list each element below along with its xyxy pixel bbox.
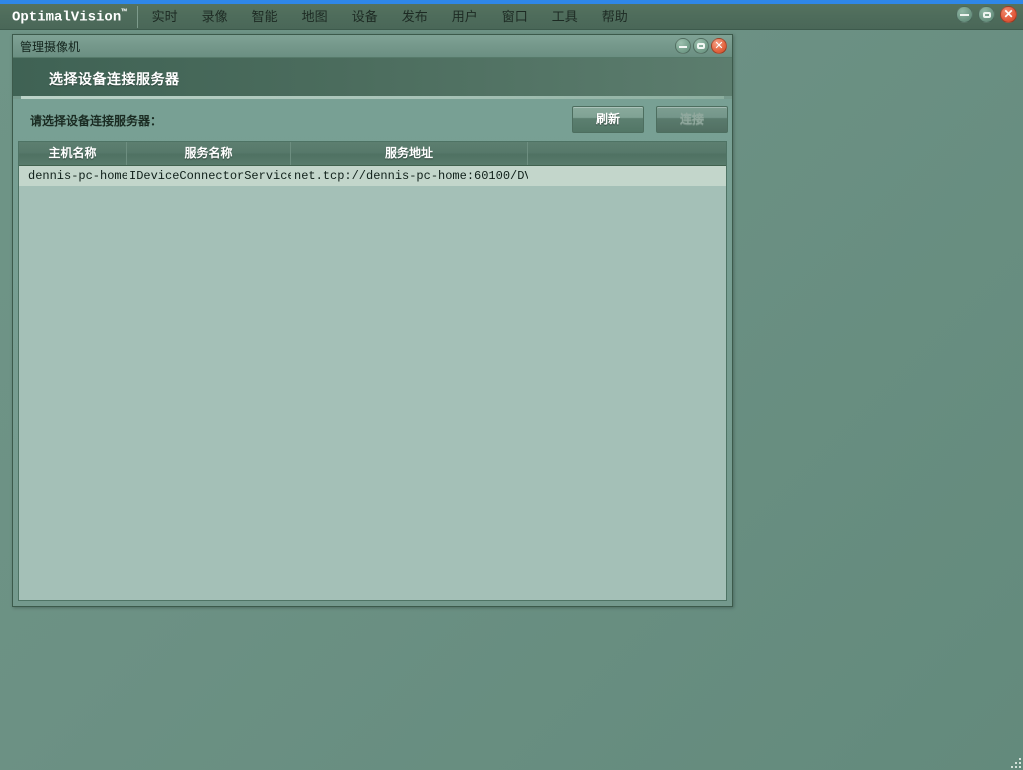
- minimize-button[interactable]: [956, 6, 973, 23]
- column-header-host[interactable]: 主机名称: [19, 142, 127, 165]
- column-header-address[interactable]: 服务地址: [291, 142, 528, 165]
- menu-device[interactable]: 设备: [340, 4, 390, 29]
- main-menubar: OptimalVision™ 实时 录像 智能 地图 设备 发布 用户 窗口 工…: [0, 4, 1023, 30]
- app-brand-text: OptimalVision: [12, 9, 122, 26]
- cell-host: dennis-pc-home: [28, 169, 127, 183]
- dialog-maximize-button[interactable]: [693, 38, 709, 54]
- cell-address: net.tcp://dennis-pc-home:60100/DVC: [294, 169, 528, 183]
- minimize-icon: [679, 45, 687, 48]
- toolbar-row: 请选择设备连接服务器： 刷新 连接: [13, 99, 732, 141]
- dialog-content-panel: 请选择设备连接服务器： 刷新 连接 主机名称 服务名称 服务地址 dennis-…: [13, 99, 732, 606]
- menu-record[interactable]: 录像: [190, 4, 240, 29]
- dialog-close-button[interactable]: ✕: [711, 38, 727, 54]
- column-header-service[interactable]: 服务名称: [127, 142, 291, 165]
- grid-header-row: 主机名称 服务名称 服务地址: [19, 142, 726, 166]
- maximize-button[interactable]: [978, 6, 995, 23]
- menu-user[interactable]: 用户: [440, 4, 490, 29]
- app-brand: OptimalVision™: [0, 8, 137, 26]
- cell-service: IDeviceConnectorService: [129, 169, 291, 183]
- dialog-window-controls: ✕: [675, 38, 727, 54]
- dialog-minimize-button[interactable]: [675, 38, 691, 54]
- connect-button: 连接: [656, 106, 728, 133]
- section-header-title: 选择设备连接服务器: [49, 71, 180, 87]
- grid-rows: dennis-pc-home IDeviceConnectorService n…: [19, 166, 726, 186]
- menu-smart[interactable]: 智能: [240, 4, 290, 29]
- dialog-title: 管理摄像机: [20, 39, 81, 54]
- server-list-grid[interactable]: 主机名称 服务名称 服务地址 dennis-pc-home IDeviceCon…: [18, 141, 727, 601]
- column-header-empty[interactable]: [528, 142, 726, 165]
- prompt-label: 请选择设备连接服务器：: [30, 114, 163, 128]
- close-button[interactable]: ✕: [1000, 6, 1017, 23]
- maximize-icon: [982, 11, 991, 18]
- mdi-workspace: 管理摄像机 ✕ 选择设备连接服务器 请选择设备连接服务器： 刷新 连接 主机名称…: [0, 30, 1023, 770]
- close-icon: ✕: [714, 40, 724, 52]
- maximize-icon: [697, 43, 705, 49]
- trademark-icon: ™: [121, 7, 127, 18]
- menubar-divider: [136, 5, 138, 28]
- menu-live[interactable]: 实时: [140, 4, 190, 29]
- menu-map[interactable]: 地图: [290, 4, 340, 29]
- section-header: 选择设备连接服务器: [13, 58, 732, 96]
- menu-tools[interactable]: 工具: [540, 4, 590, 29]
- manage-cameras-dialog: 管理摄像机 ✕ 选择设备连接服务器 请选择设备连接服务器： 刷新 连接 主机名称…: [12, 34, 733, 607]
- menu-window[interactable]: 窗口: [490, 4, 540, 29]
- dialog-body: 选择设备连接服务器 请选择设备连接服务器： 刷新 连接 主机名称 服务名称 服务…: [13, 58, 732, 606]
- menu-help[interactable]: 帮助: [590, 4, 640, 29]
- refresh-button[interactable]: 刷新: [572, 106, 644, 133]
- table-row[interactable]: dennis-pc-home IDeviceConnectorService n…: [19, 166, 726, 186]
- main-window-controls: ✕: [956, 6, 1017, 23]
- resize-grip[interactable]: [1007, 754, 1021, 768]
- close-icon: ✕: [1003, 7, 1014, 21]
- menu-publish[interactable]: 发布: [390, 4, 440, 29]
- minimize-icon: [960, 14, 969, 16]
- dialog-titlebar[interactable]: 管理摄像机 ✕: [13, 35, 732, 58]
